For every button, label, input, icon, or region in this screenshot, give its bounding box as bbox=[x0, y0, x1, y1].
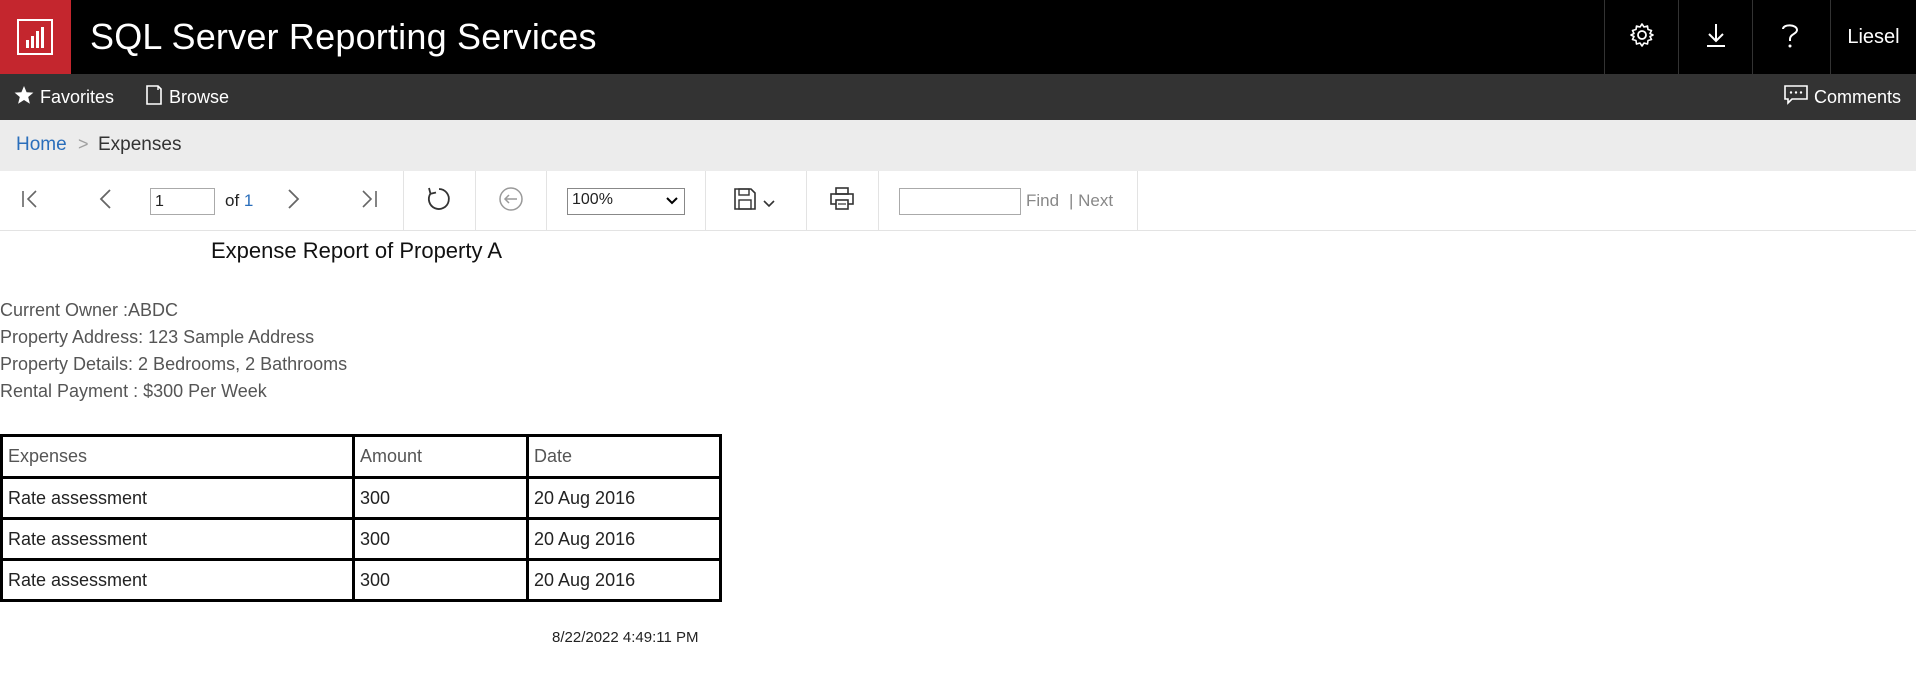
back-to-parent-button[interactable] bbox=[498, 186, 524, 217]
top-header: SQL Server Reporting Services Liesel bbox=[0, 0, 1916, 74]
first-page-icon bbox=[20, 189, 42, 214]
cell-date: 20 Aug 2016 bbox=[526, 476, 722, 520]
toolbar-divider bbox=[878, 171, 879, 231]
help-icon bbox=[1780, 21, 1800, 54]
save-disk-icon bbox=[733, 187, 757, 216]
nav-comments-label: Comments bbox=[1814, 86, 1902, 107]
report-title: Expense Report of Property A bbox=[211, 238, 503, 263]
settings-gear-icon bbox=[1629, 22, 1655, 53]
toolbar-divider bbox=[806, 171, 807, 231]
info-address: Property Address: 123 Sample Address bbox=[0, 327, 315, 347]
column-header-date: Date bbox=[526, 434, 722, 479]
expenses-table: Expenses Amount Date Rate assessment 300… bbox=[0, 434, 722, 602]
download-button[interactable] bbox=[1678, 0, 1752, 74]
browse-page-icon bbox=[145, 84, 169, 110]
printer-icon bbox=[829, 186, 855, 216]
cell-amount: 300 bbox=[352, 517, 529, 561]
nav-favorites[interactable]: Favorites bbox=[14, 74, 114, 120]
nav-browse-label: Browse bbox=[169, 86, 230, 107]
zoom-select[interactable]: 100% bbox=[567, 188, 685, 215]
toolbar-divider bbox=[546, 171, 547, 231]
info-rental: Rental Payment : $300 Per Week bbox=[0, 381, 267, 401]
page-number-input[interactable] bbox=[150, 188, 215, 215]
breadcrumb-current: Expenses bbox=[98, 134, 182, 155]
zoom-value: 100% bbox=[572, 191, 613, 208]
last-page-button[interactable] bbox=[355, 188, 381, 214]
nav-comments[interactable]: Comments bbox=[1784, 74, 1901, 120]
settings-button[interactable] bbox=[1604, 0, 1678, 74]
column-header-expenses: Expenses bbox=[0, 434, 355, 479]
page-of-label: of bbox=[225, 191, 240, 210]
page-total: 1 bbox=[243, 191, 254, 210]
breadcrumb: Home > Expenses bbox=[0, 120, 1916, 171]
breadcrumb-home-link[interactable]: Home bbox=[16, 134, 67, 156]
chevron-down-icon bbox=[763, 196, 775, 214]
comments-icon bbox=[1784, 84, 1814, 110]
cell-date: 20 Aug 2016 bbox=[526, 517, 722, 561]
info-owner: Current Owner :ABDC bbox=[0, 300, 179, 320]
chevron-down-icon bbox=[666, 191, 678, 214]
breadcrumb-separator-icon: > bbox=[78, 134, 89, 154]
cell-amount: 300 bbox=[352, 476, 529, 520]
nav-browse[interactable]: Browse bbox=[145, 74, 229, 120]
toolbar-divider bbox=[403, 171, 404, 231]
cell-expense: Rate assessment bbox=[0, 517, 355, 561]
column-header-amount: Amount bbox=[352, 434, 529, 479]
user-menu[interactable]: Liesel bbox=[1830, 0, 1916, 74]
toolbar-divider bbox=[475, 171, 476, 231]
back-circle-arrow-icon bbox=[498, 186, 524, 217]
star-icon bbox=[14, 85, 40, 110]
help-button[interactable] bbox=[1752, 0, 1826, 74]
report-timestamp: 8/22/2022 4:49:11 PM bbox=[552, 629, 699, 646]
nav-bar: Favorites Browse Comments bbox=[0, 74, 1916, 120]
last-page-icon bbox=[357, 189, 379, 214]
next-page-button[interactable] bbox=[281, 188, 307, 214]
find-text-input[interactable] bbox=[899, 188, 1021, 215]
table-row: Rate assessment 300 20 Aug 2016 bbox=[0, 558, 722, 602]
table-row: Rate assessment 300 20 Aug 2016 bbox=[0, 517, 722, 561]
chevron-left-icon bbox=[98, 188, 112, 215]
refresh-button[interactable] bbox=[426, 186, 452, 217]
table-header-row: Expenses Amount Date bbox=[0, 434, 722, 479]
export-button[interactable] bbox=[733, 187, 783, 216]
table-row: Rate assessment 300 20 Aug 2016 bbox=[0, 476, 722, 520]
refresh-icon bbox=[426, 186, 452, 217]
cell-expense: Rate assessment bbox=[0, 558, 355, 602]
chevron-right-icon bbox=[287, 188, 301, 215]
find-button[interactable]: Find bbox=[1026, 191, 1059, 211]
find-next-button[interactable]: | Next bbox=[1069, 191, 1113, 211]
cell-date: 20 Aug 2016 bbox=[526, 558, 722, 602]
page-count: of 1 bbox=[225, 191, 253, 211]
cell-expense: Rate assessment bbox=[0, 476, 355, 520]
report-toolbar: of 1 100% bbox=[0, 171, 1916, 231]
print-button[interactable] bbox=[829, 186, 855, 216]
info-details: Property Details: 2 Bedrooms, 2 Bathroom… bbox=[0, 354, 348, 374]
previous-page-button[interactable] bbox=[92, 188, 118, 214]
ssrs-logo-icon[interactable] bbox=[0, 0, 71, 74]
toolbar-divider bbox=[1137, 171, 1138, 231]
nav-favorites-label: Favorites bbox=[40, 86, 115, 107]
app-title[interactable]: SQL Server Reporting Services bbox=[90, 16, 597, 58]
download-icon bbox=[1704, 22, 1728, 53]
toolbar-divider bbox=[705, 171, 706, 231]
first-page-button[interactable] bbox=[18, 188, 44, 214]
cell-amount: 300 bbox=[352, 558, 529, 602]
